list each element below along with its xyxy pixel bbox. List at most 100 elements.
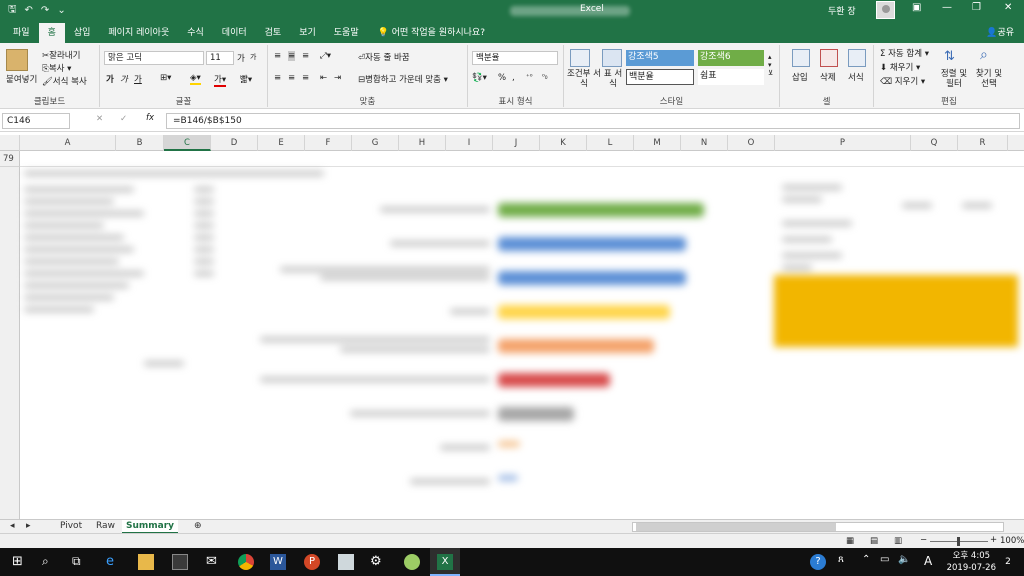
col-header[interactable]: K — [540, 135, 587, 151]
col-header[interactable]: I — [446, 135, 493, 151]
tab-formulas[interactable]: 수식 — [178, 23, 213, 43]
comma-icon[interactable]: , — [512, 73, 515, 83]
bold-icon[interactable]: 가 — [106, 73, 114, 85]
col-header[interactable]: A — [20, 135, 116, 151]
file-explorer-icon[interactable] — [138, 554, 154, 570]
indent-increase-icon[interactable]: ⇥ — [334, 73, 341, 83]
tab-review[interactable]: 검토 — [256, 23, 291, 43]
align-top-icon[interactable]: ≡ — [274, 51, 281, 61]
phonetic-icon[interactable]: 뺣▾ — [240, 73, 252, 85]
col-header[interactable]: M — [634, 135, 681, 151]
insert-function-icon[interactable]: fx — [146, 113, 154, 123]
wrap-text-button[interactable]: ⏎자동 줄 바꿈 — [358, 51, 410, 63]
scroll-right-icon[interactable]: ▸ — [22, 520, 35, 534]
save-icon[interactable]: 🖫 — [8, 2, 17, 19]
align-middle-icon[interactable]: ≡ — [288, 51, 296, 61]
col-header[interactable]: F — [305, 135, 352, 151]
border-icon[interactable]: ⊞▾ — [160, 73, 171, 83]
powerpoint-icon[interactable]: P — [304, 554, 320, 570]
style-accent5[interactable]: 강조색5 — [626, 50, 694, 66]
decrease-decimal-icon[interactable]: ⁰₀ — [542, 73, 548, 81]
font-name-select[interactable]: 맑은 고딕 — [104, 51, 204, 65]
indent-decrease-icon[interactable]: ⇤ — [320, 73, 327, 83]
col-header[interactable]: H — [399, 135, 446, 151]
word-icon[interactable]: W — [270, 554, 286, 570]
name-box[interactable]: C146 — [2, 113, 70, 129]
store-icon[interactable] — [172, 554, 188, 570]
edge-icon[interactable]: e — [106, 554, 122, 570]
paste-icon[interactable] — [6, 49, 28, 71]
insert-cells-icon[interactable] — [792, 49, 810, 67]
font-color-icon[interactable]: 가▾ — [214, 73, 227, 87]
style-comma[interactable]: 쉼표 — [698, 69, 764, 85]
find-select-button[interactable]: 찾기 및 선택 — [972, 69, 1006, 89]
col-header[interactable]: B — [116, 135, 164, 151]
taskbar-clock[interactable]: 오후 4:05 2019-07-26 — [947, 550, 996, 574]
page-layout-view-icon[interactable]: ▤ — [870, 536, 878, 546]
sort-filter-button[interactable]: 정렬 및 필터 — [940, 69, 968, 89]
windows-start-icon[interactable]: ⊞ — [12, 554, 28, 570]
col-header[interactable]: J — [493, 135, 540, 151]
italic-icon[interactable]: 가 — [120, 73, 128, 85]
tab-help[interactable]: 도움말 — [325, 23, 368, 43]
sheet-tab-summary[interactable]: Summary — [122, 520, 179, 534]
restore-icon[interactable]: ❐ — [972, 2, 981, 13]
table-format-button[interactable]: 표 서식 — [602, 69, 624, 89]
col-header[interactable]: N — [681, 135, 728, 151]
horizontal-scroll-thumb[interactable] — [636, 523, 836, 531]
orientation-icon[interactable]: ⤢▾ — [320, 51, 331, 61]
col-header[interactable]: R — [958, 135, 1008, 151]
search-icon[interactable]: ⌕ — [42, 554, 58, 570]
autosum-button[interactable]: Σ 자동 합계 ▾ — [880, 47, 929, 59]
zoom-out-icon[interactable]: − — [920, 535, 927, 545]
conditional-format-icon[interactable] — [570, 49, 590, 67]
col-header[interactable]: O — [728, 135, 775, 151]
currency-icon[interactable]: 💱▾ — [472, 73, 487, 83]
zoom-level[interactable]: 100% — [1000, 536, 1024, 546]
cut-button[interactable]: ✂잘라내기 — [42, 49, 80, 61]
format-cells-button[interactable]: 서식 — [848, 71, 864, 83]
network-icon[interactable]: ▭ — [880, 554, 896, 570]
col-header[interactable]: D — [211, 135, 258, 151]
tell-me-search[interactable]: 💡 어떤 작업을 원하시나요? — [378, 23, 485, 43]
styles-scroll-icon[interactable]: ▴ ▾ ⊻ — [768, 53, 773, 77]
tab-data[interactable]: 데이터 — [213, 23, 256, 43]
format-cells-icon[interactable] — [848, 49, 866, 67]
normal-view-icon[interactable]: ▦ — [846, 536, 854, 546]
chrome-icon[interactable] — [238, 554, 254, 570]
sheet-tab-raw[interactable]: Raw — [92, 520, 119, 534]
clear-button[interactable]: ⌫ 지우기 ▾ — [880, 75, 925, 87]
cancel-icon[interactable]: ✕ — [96, 114, 103, 124]
scroll-left-icon[interactable]: ◂ — [6, 520, 19, 534]
tab-home[interactable]: 홈 — [38, 23, 65, 43]
zoom-in-icon[interactable]: + — [990, 535, 997, 545]
number-format-select[interactable]: 백분율 — [472, 51, 558, 65]
chevron-up-icon[interactable]: ⌃ — [862, 554, 878, 570]
avatar[interactable] — [876, 1, 895, 19]
notification-icon[interactable]: 2 — [1000, 554, 1016, 570]
col-header[interactable]: E — [258, 135, 305, 151]
style-percent[interactable]: 백분율 — [626, 69, 694, 85]
zoom-slider-thumb[interactable] — [957, 537, 960, 546]
align-center-icon[interactable]: ≡ — [288, 73, 295, 83]
close-icon[interactable]: ✕ — [1004, 2, 1012, 13]
shrink-font-icon[interactable]: 가 — [250, 52, 256, 62]
share-button[interactable]: 👤공유 — [986, 25, 1014, 38]
find-select-icon[interactable]: ⌕ — [980, 47, 988, 63]
tab-view[interactable]: 보기 — [290, 23, 325, 43]
increase-decimal-icon[interactable]: ⁺⁰ — [526, 73, 533, 81]
people-icon[interactable]: ጸ — [838, 554, 854, 570]
sort-filter-icon[interactable]: ⇅ — [944, 49, 955, 64]
worksheet-grid[interactable]: 79 — [0, 151, 1024, 519]
app-icon[interactable] — [338, 554, 354, 570]
underline-icon[interactable]: 가 — [134, 73, 142, 85]
col-header-selected[interactable]: C — [164, 135, 211, 151]
merge-center-button[interactable]: ⊟병합하고 가운데 맞춤 ▾ — [358, 73, 448, 85]
delete-cells-icon[interactable] — [820, 49, 838, 67]
task-view-icon[interactable]: ⧉ — [72, 554, 88, 570]
col-header[interactable]: L — [587, 135, 634, 151]
select-all-corner[interactable] — [0, 135, 20, 151]
undo-icon[interactable]: ↶ — [25, 5, 33, 16]
tab-page-layout[interactable]: 페이지 레이아웃 — [99, 23, 178, 43]
add-sheet-icon[interactable]: ⊕ — [190, 520, 206, 534]
